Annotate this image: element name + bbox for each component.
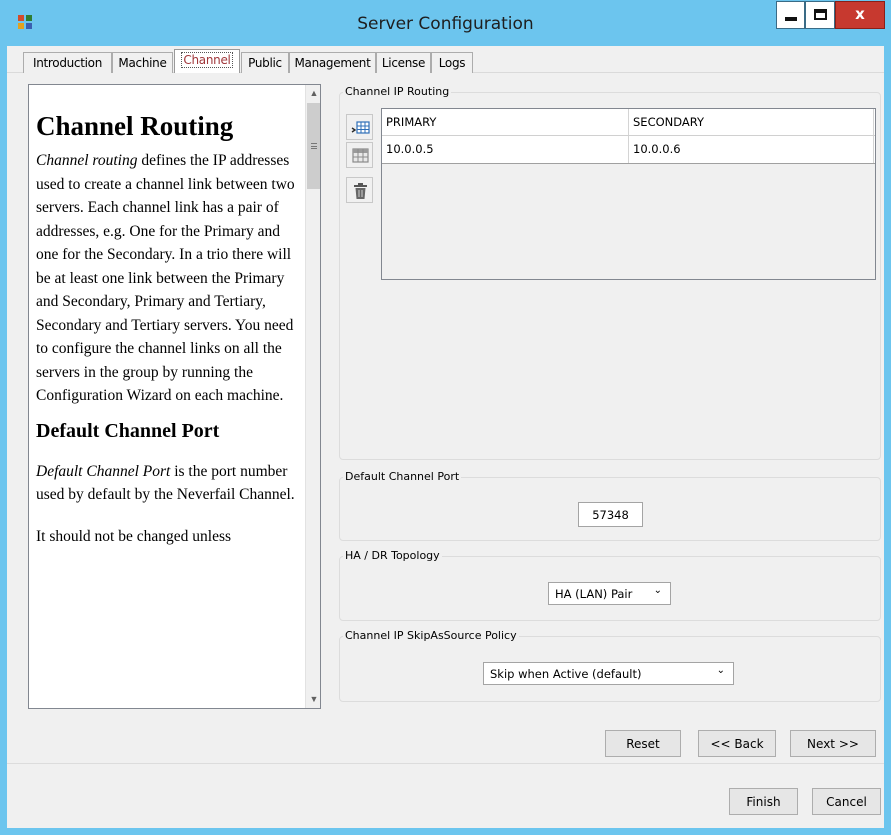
minimize-icon: [785, 17, 797, 21]
cancel-button[interactable]: Cancel: [812, 788, 881, 815]
table-icon: [352, 148, 369, 163]
reset-button[interactable]: Reset: [605, 730, 681, 757]
maximize-button[interactable]: [805, 1, 835, 29]
tab-license[interactable]: License: [376, 52, 431, 73]
grip-icon: [311, 143, 317, 149]
help-heading-default-port: Default Channel Port: [36, 419, 220, 442]
help-term: Channel routing: [36, 152, 138, 169]
tab-label: License: [381, 56, 426, 70]
default-channel-port-label: Default Channel Port: [343, 470, 462, 483]
tab-label: Introduction: [32, 56, 103, 70]
help-body-text: defines the IP addresses used to create …: [36, 152, 295, 404]
help-term: Default Channel Port: [36, 462, 171, 480]
tab-channel[interactable]: Channel: [174, 49, 240, 73]
add-row-icon: [351, 121, 370, 134]
channel-routing-table[interactable]: PRIMARY SECONDARY 10.0.0.5 10.0.0.6: [381, 108, 876, 280]
channel-port-input[interactable]: 57348: [578, 502, 643, 527]
back-button[interactable]: << Back: [698, 730, 776, 757]
column-header-secondary[interactable]: SECONDARY: [629, 109, 874, 135]
edit-row-button[interactable]: [346, 142, 373, 168]
help-heading-channel-routing: Channel Routing: [36, 111, 234, 141]
tab-label: Machine: [118, 56, 167, 70]
topology-selected-value: HA (LAN) Pair: [555, 587, 633, 601]
footer-divider: [7, 763, 884, 764]
cell-primary[interactable]: 10.0.0.5: [382, 136, 629, 163]
help-paragraph: Channel routing defines the IP addresses…: [36, 149, 298, 408]
help-pane[interactable]: Channel Routing Channel routing defines …: [28, 84, 321, 709]
skip-policy-select[interactable]: Skip when Active (default) ⌄: [483, 662, 734, 685]
close-button[interactable]: x: [835, 1, 885, 29]
finish-button[interactable]: Finish: [729, 788, 798, 815]
trash-icon: [354, 183, 367, 199]
tab-label: Management: [294, 56, 371, 70]
channel-ip-routing-label: Channel IP Routing: [343, 85, 452, 98]
add-row-button[interactable]: [346, 114, 373, 140]
help-scrollbar[interactable]: ▲ ▼: [305, 85, 320, 708]
tab-public[interactable]: Public: [241, 52, 289, 73]
tab-label: Channel: [181, 52, 233, 68]
skip-as-source-policy-label: Channel IP SkipAsSource Policy: [343, 629, 519, 642]
scroll-down-icon[interactable]: ▼: [306, 691, 320, 707]
maximize-icon: [814, 9, 827, 20]
scroll-up-icon[interactable]: ▲: [306, 85, 320, 101]
tab-management[interactable]: Management: [289, 52, 376, 73]
close-icon: x: [855, 5, 865, 23]
column-header-primary[interactable]: PRIMARY: [382, 109, 629, 135]
table-row[interactable]: 10.0.0.5 10.0.0.6: [382, 136, 875, 164]
minimize-button[interactable]: [776, 1, 805, 29]
ha-dr-topology-label: HA / DR Topology: [343, 549, 442, 562]
server-configuration-window: Server Configuration x Introduction Mach…: [0, 0, 891, 835]
help-text: Channel Routing Channel routing defines …: [29, 85, 305, 708]
window-title: Server Configuration: [357, 14, 534, 34]
title-bar[interactable]: Server Configuration x: [0, 0, 891, 46]
tab-label: Logs: [438, 56, 466, 70]
cell-secondary[interactable]: 10.0.0.6: [629, 136, 874, 163]
tab-introduction[interactable]: Introduction: [23, 52, 112, 73]
chevron-down-icon: ⌄: [716, 665, 725, 676]
tab-machine[interactable]: Machine: [112, 52, 173, 73]
skip-policy-selected-value: Skip when Active (default): [490, 667, 642, 681]
tab-logs[interactable]: Logs: [431, 52, 473, 73]
next-button[interactable]: Next >>: [790, 730, 876, 757]
table-header: PRIMARY SECONDARY: [382, 109, 875, 136]
scroll-thumb[interactable]: [307, 103, 320, 189]
topology-select[interactable]: HA (LAN) Pair ⌄: [548, 582, 671, 605]
help-paragraph: It should not be changed unless: [36, 527, 232, 545]
delete-row-button[interactable]: [346, 177, 373, 203]
tab-label: Public: [248, 56, 282, 70]
help-paragraph: Default Channel Port is the port number …: [36, 460, 298, 507]
chevron-down-icon: ⌄: [653, 585, 662, 596]
